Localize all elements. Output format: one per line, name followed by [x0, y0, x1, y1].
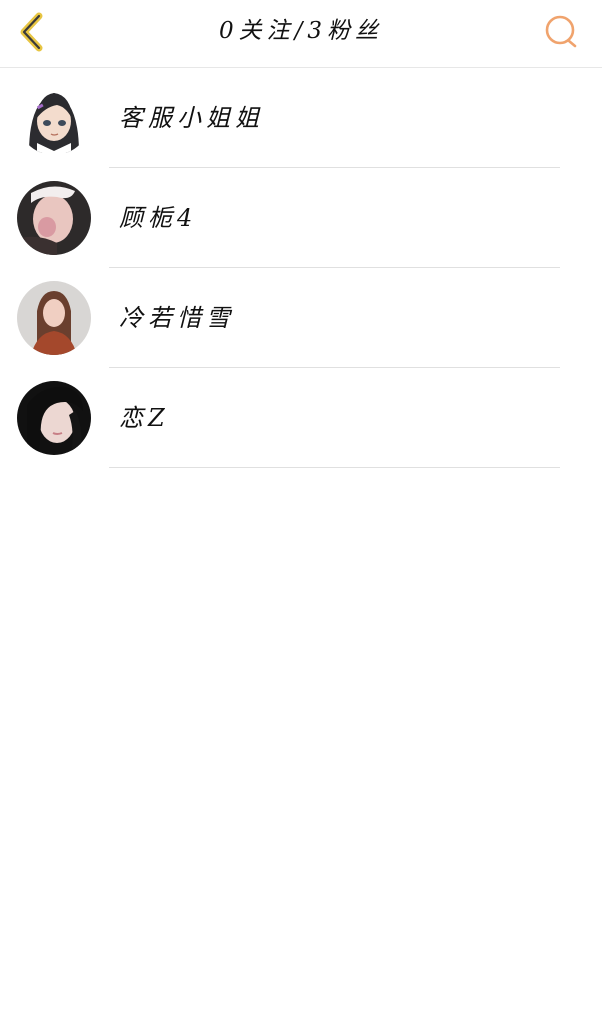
- avatar[interactable]: [17, 281, 91, 355]
- top-bar: 0关注/3粉丝: [0, 0, 602, 68]
- user-name: 客服小姐姐: [119, 104, 264, 132]
- search-icon: [545, 15, 577, 48]
- search-button[interactable]: [542, 12, 582, 52]
- list-item[interactable]: 恋Z: [0, 368, 602, 468]
- user-name: 冷若惜雪: [119, 304, 235, 332]
- list-item[interactable]: 客服小姐姐: [0, 68, 602, 168]
- user-name: 顾栀4: [119, 204, 198, 232]
- avatar[interactable]: [17, 181, 91, 255]
- list-item[interactable]: 冷若惜雪: [0, 268, 602, 368]
- divider: [109, 467, 560, 468]
- avatar[interactable]: [17, 381, 91, 455]
- avatar[interactable]: [17, 81, 91, 155]
- user-name: 恋Z: [119, 404, 170, 432]
- page-title: 0关注/3粉丝: [218, 18, 383, 44]
- list-item[interactable]: 顾栀4: [0, 168, 602, 268]
- fans-list: 客服小姐姐 顾栀4 冷若惜雪 恋Z: [0, 68, 602, 468]
